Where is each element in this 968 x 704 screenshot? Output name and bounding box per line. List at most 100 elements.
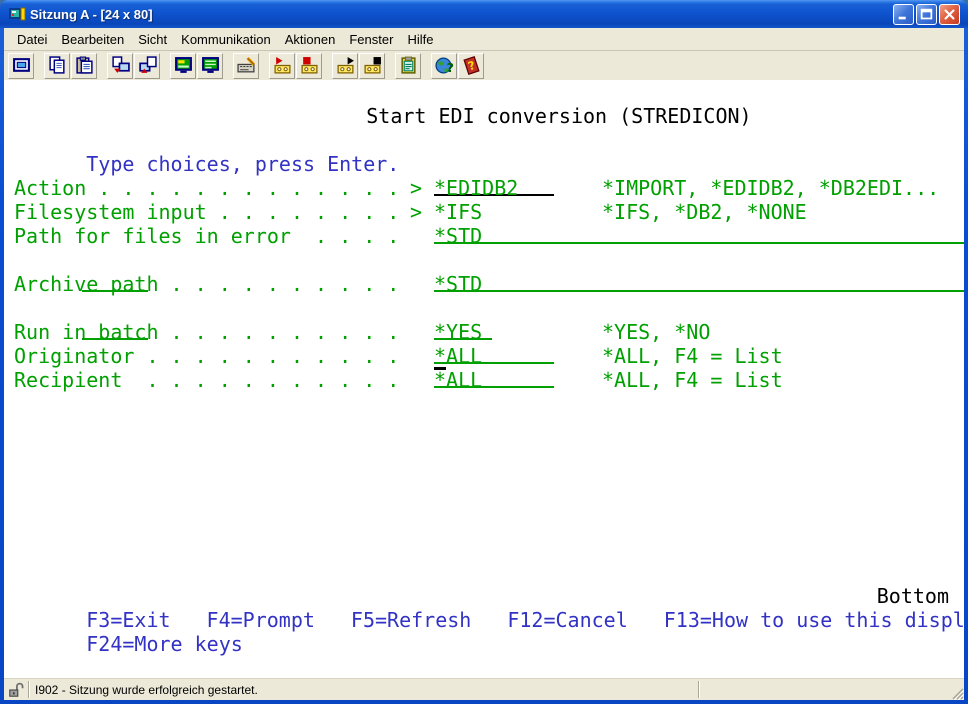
fkey-f24-more-keys: F24=More keys (86, 632, 243, 656)
field-input-recipient[interactable]: *ALL (434, 368, 554, 388)
field-row-archive-path: Archive path . . . . . . . . . . *STD (14, 272, 86, 296)
close-button[interactable] (939, 4, 960, 25)
function-keys-more-row: F24=More keys (14, 608, 243, 632)
help-icon: ? (462, 56, 481, 75)
paste-button[interactable] (71, 53, 97, 79)
fkey-f13-how-to-use: F13=How to use this display (664, 608, 964, 632)
copy-icon (48, 56, 67, 75)
menu-bar: Datei Bearbeiten Sicht Kommunikation Akt… (4, 28, 964, 50)
close-icon (942, 7, 957, 22)
svg-text:?: ? (446, 60, 453, 75)
web-help-button[interactable]: ? (431, 53, 457, 79)
field-input-filesystem-input[interactable]: *IFS (434, 200, 554, 220)
field-input-originator[interactable]: *ALL (434, 344, 554, 364)
field-input-error-path[interactable]: *STD (434, 224, 964, 244)
paste-icon (75, 56, 94, 75)
menu-kommunikation[interactable]: Kommunikation (174, 30, 278, 49)
status-message: I902 - Sitzung wurde erfolgreich gestart… (35, 683, 258, 697)
menu-hilfe[interactable]: Hilfe (400, 30, 440, 49)
field-row-run-in-batch: Run in batch . . . . . . . . . . *YES *Y… (14, 320, 86, 344)
field-input-archive-path[interactable]: *STD (434, 272, 964, 292)
quit-macro-icon (363, 56, 382, 75)
menu-datei[interactable]: Datei (10, 30, 54, 49)
print-screen-button[interactable] (8, 53, 34, 79)
statusbar-empty-panel (700, 679, 946, 700)
stop-macro-button[interactable] (296, 53, 322, 79)
send-file-button[interactable] (107, 53, 133, 79)
menu-sicht[interactable]: Sicht (131, 30, 174, 49)
field-choices-filesystem-input: *IFS, *DB2, *NONE (602, 200, 807, 224)
record-macro-button[interactable] (269, 53, 295, 79)
prompt-indicator-action: > (410, 176, 422, 200)
title-bar[interactable]: Sitzung A - [24 x 80] (0, 0, 968, 28)
fkey-f5-refresh: F5=Refresh (351, 608, 471, 632)
field-label-archive-path: Archive path . . . . . . . . . . (14, 272, 399, 296)
field-label-action: Action . . . . . . . . . . . . . (14, 176, 399, 200)
send-file-icon (111, 56, 130, 75)
status-bar: I902 - Sitzung wurde erfolgreich gestart… (4, 678, 964, 700)
new-session-button[interactable] (170, 53, 196, 79)
help-button[interactable]: ? (458, 53, 484, 79)
field-choices-run-in-batch: *YES, *NO (602, 320, 710, 344)
keyboard-setup-button[interactable] (233, 53, 259, 79)
copy-button[interactable] (44, 53, 70, 79)
field-row-action: Action . . . . . . . . . . . . . > *EDID… (14, 176, 86, 200)
quit-macro-button[interactable] (359, 53, 385, 79)
toolbar: ? ? (4, 50, 964, 80)
maximize-button[interactable] (916, 4, 937, 25)
field-input-action[interactable]: *EDIDB2 (434, 176, 554, 196)
receive-file-icon (138, 56, 157, 75)
field-row-archive-path-continuation (10, 296, 148, 320)
field-label-recipient: Recipient . . . . . . . . . . . (14, 368, 399, 392)
clipboard-button[interactable] (395, 53, 421, 79)
screen-instruction: Type choices, press Enter. (86, 152, 399, 176)
keyboard-setup-icon (237, 56, 256, 75)
maximize-icon (919, 7, 934, 22)
menu-aktionen[interactable]: Aktionen (278, 30, 343, 49)
resize-grip[interactable] (946, 679, 964, 700)
record-macro-icon (273, 56, 292, 75)
field-row-recipient: Recipient . . . . . . . . . . . *ALL *AL… (14, 368, 86, 392)
fkey-f12-cancel: F12=Cancel (507, 608, 627, 632)
field-choices-recipient: *ALL, F4 = List (602, 368, 783, 392)
receive-file-button[interactable] (134, 53, 160, 79)
new-session-icon (174, 56, 193, 75)
field-row-originator: Originator . . . . . . . . . . . *ALL *A… (14, 344, 86, 368)
play-macro-icon (336, 56, 355, 75)
unlocked-padlock-icon (8, 682, 24, 698)
screen-instruction-row: Type choices, press Enter. (14, 128, 399, 152)
clipboard-icon (399, 56, 418, 75)
field-row-error-path: Path for files in error . . . . *STD (14, 224, 86, 248)
bottom-indicator-row: Bottom (4, 560, 964, 584)
stop-macro-icon (300, 56, 319, 75)
window-title: Sitzung A - [24 x 80] (30, 7, 893, 22)
web-help-icon: ? (435, 56, 454, 75)
function-keys-row: F3=ExitF4=PromptF5=RefreshF12=CancelF13=… (14, 584, 964, 608)
display-session-icon (201, 56, 220, 75)
connection-status-panel (4, 679, 28, 700)
field-row-error-path-continuation (10, 248, 148, 272)
field-choices-originator: *ALL, F4 = List (602, 344, 783, 368)
field-choices-action: *IMPORT, *EDIDB2, *DB2EDI... (602, 176, 939, 200)
terminal-screen[interactable]: Start EDI conversion (STREDICON) Type ch… (4, 80, 964, 678)
field-label-originator: Originator . . . . . . . . . . . (14, 344, 399, 368)
minimize-button[interactable] (893, 4, 914, 25)
field-row-filesystem-input: Filesystem input . . . . . . . . > *IFS … (14, 200, 86, 224)
status-message-panel: I902 - Sitzung wurde erfolgreich gestart… (30, 679, 698, 700)
field-label-error-path: Path for files in error . . . . (14, 224, 399, 248)
resize-grip-icon (950, 686, 964, 700)
window-controls (893, 4, 960, 25)
menu-bearbeiten[interactable]: Bearbeiten (54, 30, 131, 49)
field-input-run-in-batch[interactable]: *YES (434, 320, 492, 340)
field-label-filesystem-input: Filesystem input . . . . . . . . (14, 200, 399, 224)
app-window: Sitzung A - [24 x 80] Datei Bear (0, 0, 968, 704)
menu-fenster[interactable]: Fenster (342, 30, 400, 49)
play-macro-button[interactable] (332, 53, 358, 79)
screen-title-row: Start EDI conversion (STREDICON) (294, 80, 752, 104)
field-label-run-in-batch: Run in batch . . . . . . . . . . (14, 320, 399, 344)
app-icon (9, 6, 26, 23)
display-session-button[interactable] (197, 53, 223, 79)
screen-title: Start EDI conversion (STREDICON) (366, 104, 751, 128)
prompt-indicator-filesystem-input: > (410, 200, 422, 224)
print-screen-icon (12, 56, 31, 75)
